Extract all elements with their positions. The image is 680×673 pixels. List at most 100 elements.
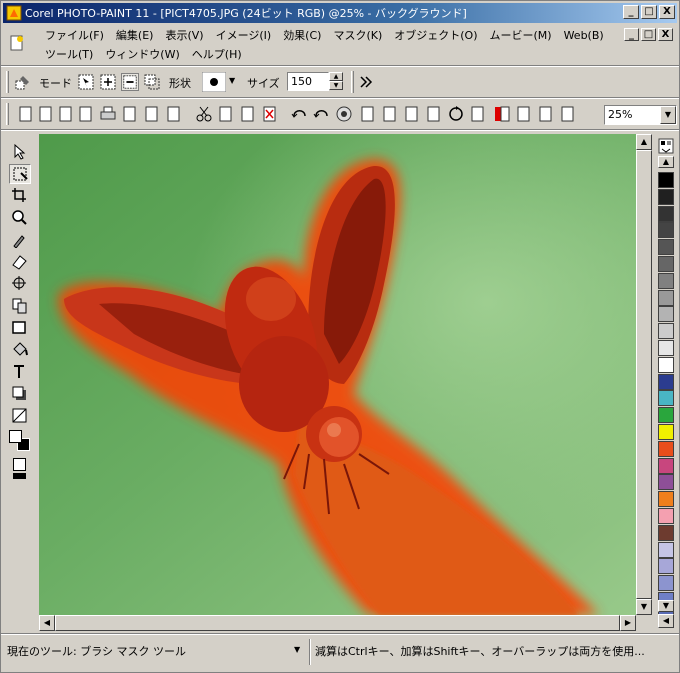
shape-select[interactable]: ▼ (202, 72, 240, 92)
palette-swatch[interactable] (658, 340, 674, 356)
toolbar-grip[interactable] (6, 71, 9, 93)
maximize-button[interactable]: □ (641, 5, 657, 19)
palette-swatch[interactable] (658, 390, 674, 407)
horizontal-scroll-thumb[interactable] (55, 615, 620, 631)
delete-icon[interactable] (261, 105, 279, 123)
scroll-down-icon[interactable]: ▼ (636, 599, 652, 615)
palette-swatch[interactable] (658, 172, 674, 188)
crop-tool-icon[interactable] (9, 186, 31, 206)
menu-item-row2-2[interactable]: ヘルプ(H) (186, 46, 248, 63)
palette-swatch[interactable] (658, 508, 674, 524)
channel-2-icon[interactable] (515, 105, 533, 123)
menu-item-row1-3[interactable]: イメージ(I) (210, 27, 278, 44)
scroll-up-icon[interactable]: ▲ (636, 134, 652, 150)
title-bar[interactable]: Corel PHOTO-PAINT 11 - [PICT4705.JPG (24… (3, 3, 677, 23)
menu-item-row1-1[interactable]: 編集(E) (110, 27, 160, 44)
doc-close-button[interactable]: X (658, 28, 673, 41)
spin-down-icon[interactable]: ▼ (329, 81, 343, 90)
copy-icon[interactable] (217, 105, 235, 123)
export-icon[interactable] (165, 105, 183, 123)
mode-add-icon[interactable] (99, 73, 117, 91)
stroke-icon[interactable] (403, 105, 421, 123)
corel-online-icon[interactable] (335, 105, 353, 123)
palette-swatch[interactable] (658, 323, 674, 340)
menu-item-row1-4[interactable]: 効果(C) (277, 27, 327, 44)
scroll-right-icon[interactable]: ▶ (620, 615, 636, 631)
mode-overlap-icon[interactable] (143, 73, 161, 91)
mode-normal-icon[interactable] (77, 73, 95, 91)
redo-icon[interactable] (313, 105, 331, 123)
palette-swatch[interactable] (658, 306, 674, 323)
shadow-tool-icon[interactable] (9, 384, 31, 404)
image-canvas[interactable] (39, 134, 636, 615)
save-icon[interactable] (57, 105, 75, 123)
palette-swatch[interactable] (658, 558, 674, 575)
vertical-scrollbar[interactable]: ▲ ▼ (636, 134, 652, 615)
paper-icon[interactable] (425, 105, 443, 123)
brush-size-input[interactable]: 150 (287, 72, 329, 91)
open-icon[interactable] (37, 105, 55, 123)
toolbar-grip[interactable] (6, 103, 9, 125)
palette-swatch[interactable] (658, 575, 674, 592)
tool-settings-icon[interactable] (14, 73, 32, 91)
palette-swatch[interactable] (658, 256, 674, 272)
zoom-level-select[interactable]: 25% ▼ (604, 105, 677, 125)
eyedropper-tool-icon[interactable] (9, 230, 31, 250)
paste-icon[interactable] (239, 105, 257, 123)
minimize-button[interactable]: _ (623, 5, 639, 19)
document-icon[interactable] (9, 35, 25, 51)
paper-color-swatch[interactable] (13, 458, 27, 480)
more-options-icon[interactable] (357, 73, 375, 91)
spin-up-icon[interactable]: ▲ (329, 72, 343, 81)
palette-scroll-up-icon[interactable]: ▲ (658, 156, 674, 168)
fill-tool-icon[interactable] (9, 340, 31, 360)
fg-bg-color-swatch[interactable] (9, 430, 33, 454)
rotate-icon[interactable] (447, 105, 465, 123)
palette-swatch[interactable] (658, 457, 674, 474)
text-tool-icon[interactable] (9, 362, 31, 382)
cut-icon[interactable] (195, 105, 213, 123)
palette-swatch[interactable] (658, 289, 674, 306)
close-button[interactable]: X (659, 5, 675, 19)
menu-item-row1-6[interactable]: オブジェクト(O) (388, 27, 483, 44)
palette-options-icon[interactable] (658, 138, 674, 154)
menu-item-row2-1[interactable]: ウィンドウ(W) (99, 46, 185, 63)
save-as-icon[interactable] (77, 105, 95, 123)
palette-swatch[interactable] (658, 272, 674, 289)
palette-swatch[interactable] (658, 474, 674, 491)
menu-item-row1-2[interactable]: 表示(V) (159, 27, 209, 44)
vertical-scroll-thumb[interactable] (636, 150, 652, 599)
size-spinner[interactable]: ▲ ▼ (329, 72, 343, 91)
palette-swatch[interactable] (658, 491, 674, 508)
print-icon[interactable] (99, 105, 117, 123)
palette-flyout-icon[interactable]: ◀ (658, 614, 674, 628)
palette-swatch[interactable] (658, 239, 674, 256)
undo-icon[interactable] (291, 105, 309, 123)
scroll-left-icon[interactable]: ◀ (39, 615, 55, 631)
palette-swatch[interactable] (658, 440, 674, 457)
palette-swatch[interactable] (658, 524, 674, 541)
chevron-down-icon[interactable]: ▼ (294, 645, 300, 654)
menu-item-row1-5[interactable]: マスク(K) (327, 27, 388, 44)
zoom-tool-icon[interactable] (9, 208, 31, 228)
scan-icon[interactable] (121, 105, 139, 123)
mask-icon[interactable] (359, 105, 377, 123)
image-info-icon[interactable] (559, 105, 577, 123)
import-icon[interactable] (143, 105, 161, 123)
clone-tool-icon[interactable] (9, 296, 31, 316)
object-icon[interactable] (381, 105, 399, 123)
chevron-down-icon[interactable]: ▼ (660, 106, 676, 124)
palette-swatch[interactable] (658, 541, 674, 558)
palette-swatch[interactable] (658, 356, 674, 373)
palette-swatch[interactable] (658, 373, 674, 390)
channel-icon[interactable] (469, 105, 487, 123)
mask-brush-tool-icon[interactable] (9, 164, 31, 184)
doc-restore-button[interactable]: □ (641, 28, 656, 41)
palette-swatch[interactable] (658, 188, 674, 205)
color-mask-icon[interactable] (537, 105, 555, 123)
eraser-tool-icon[interactable] (9, 252, 31, 272)
transparency-tool-icon[interactable] (9, 406, 31, 426)
palette-scroll-down-icon[interactable]: ▼ (658, 600, 674, 612)
new-icon[interactable] (17, 105, 35, 123)
effect-tool-icon[interactable] (9, 274, 31, 294)
